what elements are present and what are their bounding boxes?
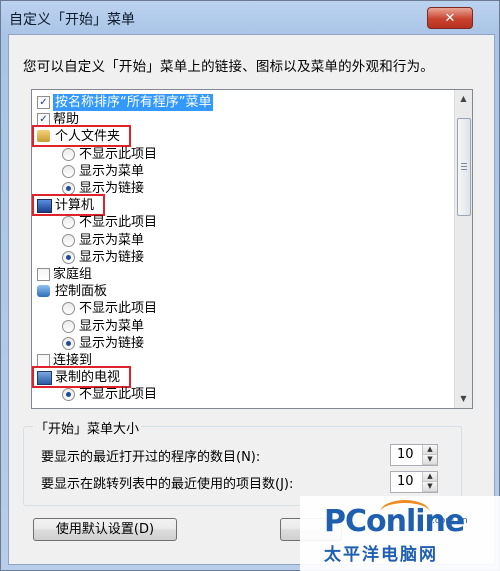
highlight-box [32, 194, 105, 217]
use-default-settings-button[interactable]: 使用默认设置(D) [33, 518, 177, 541]
tree-item-label: 按名称排序“所有程序”菜单 [53, 94, 214, 111]
recent-programs-spinner[interactable]: 10 ▲ ▼ [390, 444, 438, 466]
window-title: 自定义「开始」菜单 [9, 12, 135, 28]
vertical-scrollbar[interactable]: ▲ ▼ [454, 90, 472, 408]
radio-button[interactable] [62, 182, 75, 195]
tree-item-label: 不显示此项目 [79, 146, 158, 162]
spin-up-icon[interactable]: ▲ [423, 445, 437, 455]
tree-item-label: 控制面板 [55, 284, 108, 300]
watermark-name: 太平洋电脑网 [324, 545, 438, 565]
checkbox[interactable]: ✓ [37, 96, 50, 109]
radio-button[interactable] [62, 302, 75, 316]
scrollbar-thumb[interactable] [457, 118, 471, 216]
radio-button[interactable] [62, 319, 75, 333]
control-panel-icon [37, 285, 50, 298]
start-menu-size-group [23, 426, 462, 506]
close-icon: ✕ [444, 10, 456, 26]
highlight-box [32, 125, 131, 148]
checkbox[interactable]: ✓ [37, 113, 50, 127]
radio-button[interactable] [62, 388, 75, 402]
tree-item-label: 不显示此项目 [79, 301, 158, 317]
radio-button[interactable] [62, 336, 75, 350]
tree-item-label: 显示为菜单 [79, 318, 145, 334]
options-tree[interactable]: ▲ ▼ ✓ 按名称排序“所有程序”菜单 ✓ 帮助 个人文件夹 不显示此项目 显示为菜单 显示为… [31, 89, 473, 409]
jump-list-value[interactable]: 10 [397, 474, 414, 489]
tree-item-label: 家庭组 [53, 267, 93, 282]
recent-programs-value[interactable]: 10 [397, 447, 414, 462]
jump-list-spinner[interactable]: 10 ▲ ▼ [390, 471, 438, 493]
intro-text: 您可以自定义「开始」菜单上的链接、图标以及菜单的外观和行为。 [23, 59, 434, 75]
spin-up-icon[interactable]: ▲ [423, 472, 437, 482]
tree-item-label: 显示为菜单 [79, 232, 145, 248]
jump-list-label: 要显示在跳转列表中的最近使用的项目数(J): [41, 477, 294, 492]
watermark: PConline .com.cn 太平洋电脑网 [300, 496, 500, 571]
scroll-down-icon[interactable]: ▼ [457, 392, 470, 405]
watermark-domain: .com.cn [432, 516, 468, 526]
highlight-box [32, 366, 131, 389]
radio-button[interactable] [62, 250, 75, 264]
close-button[interactable]: ✕ [427, 7, 473, 29]
spin-down-icon[interactable]: ▼ [423, 482, 437, 492]
tree-item-label: 不显示此项目 [79, 387, 158, 403]
checkbox[interactable] [37, 354, 50, 367]
spin-down-icon[interactable]: ▼ [423, 455, 437, 465]
radio-button[interactable] [62, 233, 75, 247]
tree-item-label: 显示为链接 [79, 249, 145, 265]
recent-programs-label: 要显示的最近打开过的程序的数目(N): [41, 450, 261, 465]
radio-button[interactable] [62, 147, 75, 161]
radio-button[interactable] [62, 164, 75, 178]
tree-item-label: 显示为菜单 [79, 163, 145, 179]
tree-item-label: 显示为链接 [79, 335, 145, 351]
scroll-up-icon[interactable]: ▲ [457, 92, 470, 105]
checkbox[interactable] [37, 268, 50, 281]
radio-button[interactable] [62, 216, 75, 230]
size-group-title: 「开始」菜单大小 [33, 418, 142, 437]
tree-item-label: 不显示此项目 [79, 215, 158, 231]
